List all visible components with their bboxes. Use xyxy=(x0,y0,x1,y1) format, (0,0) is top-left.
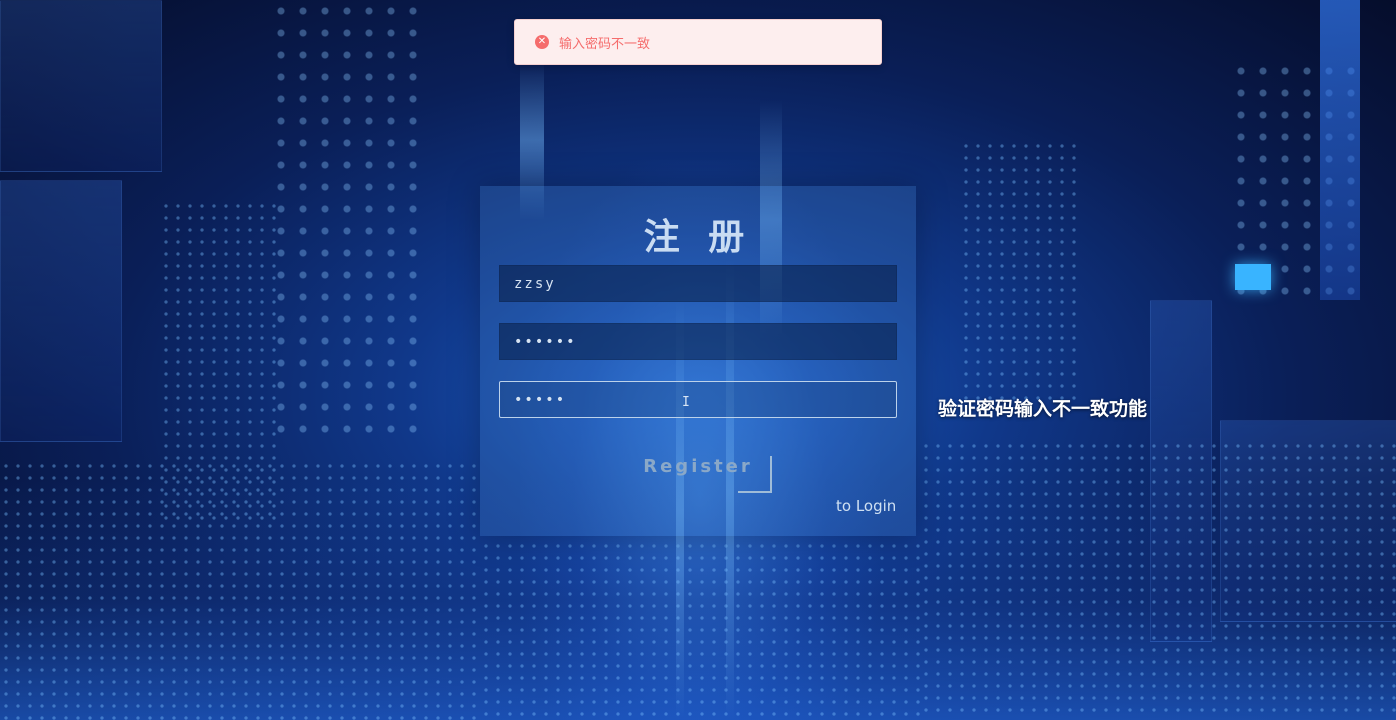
register-page: ✕ 输入密码不一致 注 册 zzsy •••••• ••••• I Regist… xyxy=(0,0,1396,720)
error-toast: ✕ 输入密码不一致 xyxy=(514,19,882,65)
feature-caption: 验证密码输入不一致功能 xyxy=(938,398,1148,420)
accent-light-square xyxy=(1235,264,1271,290)
light-dots xyxy=(480,540,920,720)
left-server-panel xyxy=(0,0,162,172)
confirm-password-input[interactable]: ••••• xyxy=(499,381,897,418)
password-input[interactable]: •••••• xyxy=(499,323,897,360)
light-dots xyxy=(960,140,1080,400)
light-dots xyxy=(0,460,480,720)
close-circle-icon: ✕ xyxy=(535,35,549,49)
register-title: 注 册 xyxy=(643,217,753,258)
light-dots xyxy=(920,440,1396,720)
register-button-corner-decoration xyxy=(738,456,772,493)
to-login-link[interactable]: to Login xyxy=(836,497,896,515)
text-cursor: I xyxy=(682,395,690,410)
toast-message: 输入密码不一致 xyxy=(559,36,651,52)
username-input[interactable]: zzsy xyxy=(499,265,897,302)
